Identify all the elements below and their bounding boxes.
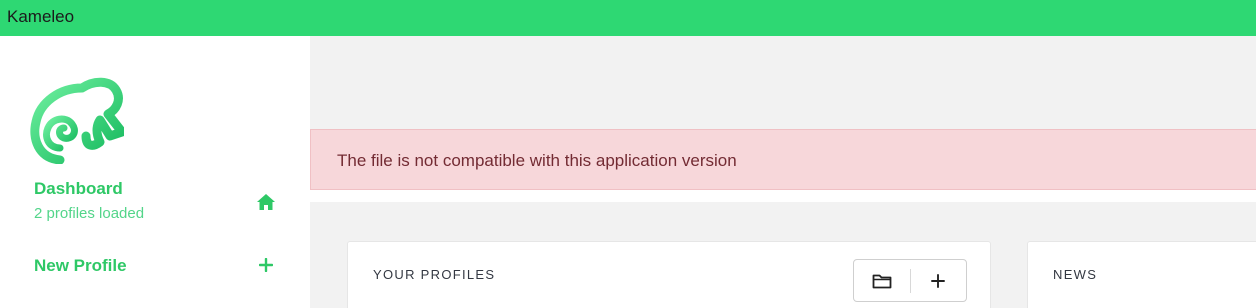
sidebar-item-dashboard[interactable]: Dashboard 2 profiles loaded (34, 179, 284, 227)
profiles-loaded-count: 2 profiles loaded (34, 205, 145, 222)
sidebar-item-new-profile[interactable]: New Profile (34, 256, 284, 280)
sidebar-item-label: Dashboard (34, 179, 123, 198)
plus-icon (256, 255, 276, 275)
profiles-card-title: YOUR PROFILES (373, 267, 496, 282)
sidebar: Dashboard 2 profiles loaded New Profile (0, 36, 310, 308)
plus-icon (931, 273, 945, 288)
add-profile-button[interactable] (910, 260, 966, 301)
import-profile-button[interactable] (854, 260, 910, 301)
window-title: Kameleo (7, 7, 75, 26)
button-divider (910, 269, 911, 293)
folder-icon (872, 274, 892, 288)
alert-spacer (310, 190, 1256, 202)
kameleo-logo (30, 77, 124, 164)
error-alert: The file is not compatible with this app… (310, 129, 1256, 190)
sidebar-item-label: New Profile (34, 256, 127, 275)
profiles-card: YOUR PROFILES (347, 241, 991, 308)
news-card-title: NEWS (1053, 267, 1098, 282)
news-card: NEWS (1027, 241, 1256, 308)
home-icon (256, 192, 276, 212)
title-bar: Kameleo (0, 0, 1256, 36)
alert-message: The file is not compatible with this app… (337, 151, 737, 170)
profiles-button-group (853, 259, 967, 302)
